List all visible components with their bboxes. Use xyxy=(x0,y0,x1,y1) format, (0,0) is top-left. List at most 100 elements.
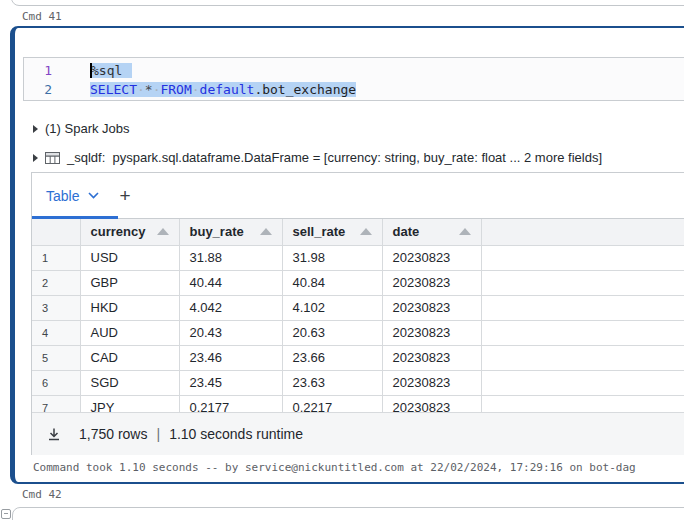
dataframe-table-icon xyxy=(45,152,60,164)
table-cell: 20.63 xyxy=(282,320,382,345)
line-number: 1 xyxy=(24,61,52,80)
sort-icon[interactable] xyxy=(157,228,169,235)
row-number: 5 xyxy=(32,345,80,370)
active-tab-indicator xyxy=(32,216,118,219)
table-cell: 23.63 xyxy=(282,370,382,395)
table-cell: USD xyxy=(80,245,179,270)
row-number: 2 xyxy=(32,270,80,295)
results-tab-bar: Table + xyxy=(32,173,684,219)
table-cell: 20230823 xyxy=(382,345,481,370)
previous-cell-partial[interactable] xyxy=(11,0,684,6)
code-token: .bot_exchange xyxy=(254,82,356,97)
table-cell: 31.88 xyxy=(179,245,282,270)
filler-cell xyxy=(481,345,684,370)
expand-triangle-icon xyxy=(33,125,38,133)
table-cell: 23.46 xyxy=(179,345,282,370)
table-cell: 20230823 xyxy=(382,245,481,270)
sort-icon[interactable] xyxy=(260,228,272,235)
table-cell: JPY xyxy=(80,395,179,412)
filler-cell xyxy=(481,320,684,345)
filler-cell xyxy=(481,245,684,270)
download-icon[interactable] xyxy=(46,426,62,442)
sqldf-label: _sqldf: pyspark.sql.dataframe.DataFrame … xyxy=(67,150,602,165)
notebook-area: Cmd 41 1%sql2SELECT·*·FROM·default.bot_e… xyxy=(0,0,684,520)
table-row: 4AUD20.4320.6320230823 xyxy=(32,320,684,345)
table-row: 1USD31.8831.9820230823 xyxy=(32,245,684,270)
column-header-sell_rate[interactable]: sell_rate xyxy=(282,219,382,245)
sort-icon[interactable] xyxy=(459,228,471,235)
code-token: SELECT xyxy=(90,82,137,97)
table-cell: 20230823 xyxy=(382,295,481,320)
line-number: 2 xyxy=(24,80,52,99)
table-row: 3HKD4.0424.10220230823 xyxy=(32,295,684,320)
table-cell: 0.2217 xyxy=(282,395,382,412)
add-visualization-button[interactable]: + xyxy=(119,186,130,205)
filler-cell xyxy=(481,270,684,295)
column-header-label: currency xyxy=(91,224,146,239)
table-row: 5CAD23.4623.6620230823 xyxy=(32,345,684,370)
code-token: * xyxy=(145,82,153,97)
command-status-line: Command took 1.10 seconds -- by service@… xyxy=(33,461,636,474)
results-table-wrap: currencybuy_ratesell_ratedate 1USD31.883… xyxy=(32,219,684,412)
row-number: 3 xyxy=(32,295,80,320)
table-cell: 20230823 xyxy=(382,395,481,412)
row-number: 6 xyxy=(32,370,80,395)
row-number: 4 xyxy=(32,320,80,345)
code-token: %sql xyxy=(91,63,122,78)
column-header-date[interactable]: date xyxy=(382,219,481,245)
tab-table[interactable]: Table xyxy=(46,188,79,204)
spark-jobs-row[interactable]: (1) Spark Jobs xyxy=(33,121,130,136)
footer-separator: | xyxy=(156,426,160,442)
table-cell: HKD xyxy=(80,295,179,320)
code-line[interactable]: 1 %sql xyxy=(24,61,684,80)
row-number: 1 xyxy=(32,245,80,270)
runtime-text: 1.10 seconds runtime xyxy=(169,426,303,442)
column-header-buy_rate[interactable]: buy_rate xyxy=(179,219,282,245)
filler-cell xyxy=(481,395,684,412)
expand-triangle-icon xyxy=(33,154,38,162)
table-cell: 23.45 xyxy=(179,370,282,395)
code-token: · xyxy=(137,82,145,97)
code-token: default xyxy=(200,82,255,97)
filler-cell xyxy=(481,295,684,320)
code-line-text: %sql xyxy=(52,61,132,80)
table-cell: 20230823 xyxy=(382,270,481,295)
chevron-down-icon[interactable] xyxy=(88,192,99,199)
table-cell: 0.2177 xyxy=(179,395,282,412)
row-number: 7 xyxy=(32,395,80,412)
notebook-cell-41[interactable]: 1%sql2SELECT·*·FROM·default.bot_exchange… xyxy=(10,26,684,484)
code-token: FROM xyxy=(160,82,191,97)
table-cell: 20230823 xyxy=(382,320,481,345)
column-header-label: sell_rate xyxy=(293,224,346,239)
results-table: currencybuy_ratesell_ratedate 1USD31.883… xyxy=(32,219,684,412)
table-cell: 4.102 xyxy=(282,295,382,320)
row-count: 1,750 rows xyxy=(79,426,147,442)
code-editor[interactable]: 1%sql2SELECT·*·FROM·default.bot_exchange xyxy=(23,57,684,101)
table-row: 7JPY0.21770.221720230823 xyxy=(32,395,684,412)
column-header-currency[interactable]: currency xyxy=(80,219,179,245)
text-cursor xyxy=(90,63,92,78)
spark-jobs-label: (1) Spark Jobs xyxy=(45,121,130,136)
row-number-header xyxy=(32,219,80,245)
table-cell: 20230823 xyxy=(382,370,481,395)
filler-header xyxy=(481,219,684,245)
column-header-label: date xyxy=(393,224,420,239)
table-cell: 40.84 xyxy=(282,270,382,295)
table-cell: 31.98 xyxy=(282,245,382,270)
code-line-text: SELECT·*·FROM·default.bot_exchange xyxy=(52,80,356,99)
table-row: 2GBP40.4440.8420230823 xyxy=(32,270,684,295)
cmd-42-label: Cmd 42 xyxy=(22,488,62,501)
code-line[interactable]: 2SELECT·*·FROM·default.bot_exchange xyxy=(24,80,684,99)
collapse-cell-icon[interactable] xyxy=(1,509,11,519)
next-cell-partial[interactable] xyxy=(12,507,684,520)
sqldf-row[interactable]: _sqldf: pyspark.sql.dataframe.DataFrame … xyxy=(33,150,602,165)
table-cell: AUD xyxy=(80,320,179,345)
table-cell: GBP xyxy=(80,270,179,295)
sort-icon[interactable] xyxy=(360,228,372,235)
results-panel: Table + currency buy_rate sell_rate date 1U… xyxy=(31,172,684,455)
column-header-label: buy_rate xyxy=(190,224,244,239)
table-cell: SGD xyxy=(80,370,179,395)
table-cell: 40.44 xyxy=(179,270,282,295)
table-cell: 4.042 xyxy=(179,295,282,320)
filler-cell xyxy=(481,370,684,395)
